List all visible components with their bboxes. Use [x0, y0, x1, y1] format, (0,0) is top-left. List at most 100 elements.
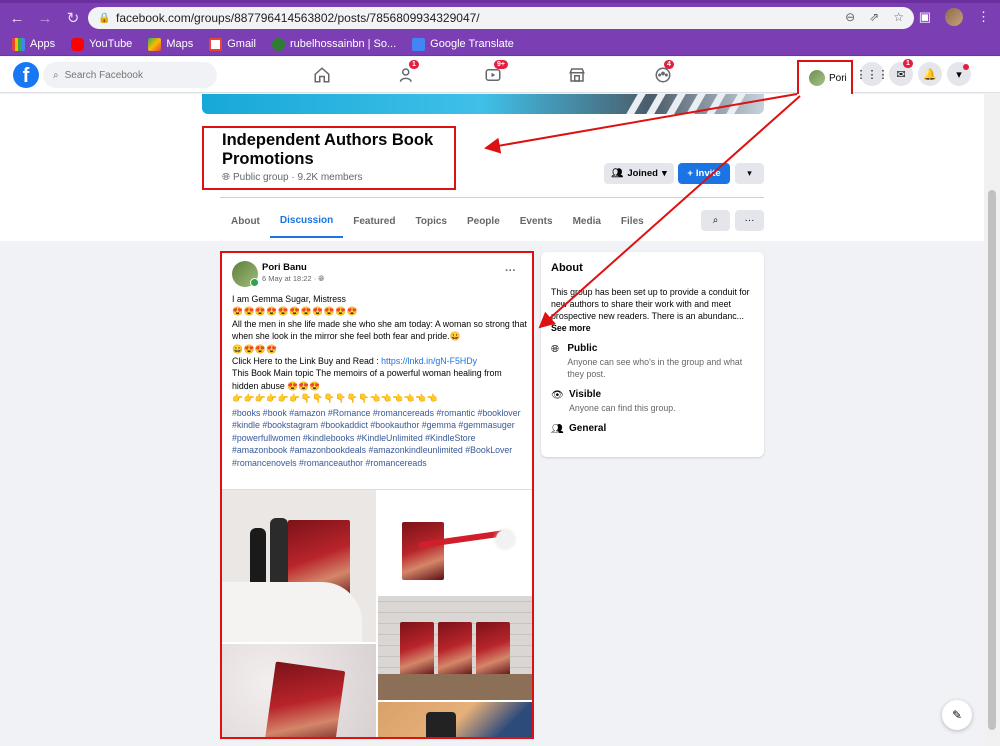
gmail-icon [209, 37, 223, 51]
post-text: I am Gemma Sugar, Mistress 😍😍😍😍😍😍😍😍😍😍😍 A… [232, 294, 527, 404]
account-dot [963, 64, 969, 70]
globe-icon: 🌐︎ [551, 344, 559, 355]
more-options-button[interactable]: ▾ [735, 163, 764, 184]
bookmark-gmail[interactable]: Gmail [209, 37, 256, 51]
bookmark-rubel[interactable]: rubelhossainbn | So... [271, 37, 396, 51]
joined-button[interactable]: 👥︎ Joined ▾ [604, 163, 674, 184]
watch-icon[interactable]: 9+ [480, 60, 508, 87]
post-link[interactable]: https://lnkd.in/gN-F5HDy [381, 356, 477, 366]
bookmarks-bar: Apps YouTube Maps Gmail rubelhossainbn |… [0, 33, 1000, 56]
translate-icon [412, 37, 426, 51]
tab-about[interactable]: About [220, 204, 270, 238]
messenger-badge: 1 [903, 59, 913, 68]
about-description: This group has been set up to provide a … [551, 287, 750, 333]
profile-chip[interactable]: Pori [797, 60, 853, 96]
group-tabs: About Discussion Featured Topics People … [220, 204, 654, 240]
tab-people[interactable]: People [457, 204, 510, 238]
share-icon[interactable]: ⇗ [869, 10, 879, 24]
search-icon: ⌕ [712, 215, 719, 226]
bookmark-youtube[interactable]: YouTube [71, 37, 132, 51]
post-image-4[interactable] [222, 644, 376, 737]
forward-icon[interactable]: → [34, 7, 56, 29]
menu-grid-icon[interactable]: ⋮⋮⋮ [856, 62, 889, 86]
about-visible: 👁︎ Visible Anyone can find this group. [551, 389, 676, 413]
friends-badge: 1 [409, 60, 419, 69]
post-image-2[interactable] [378, 490, 532, 594]
reload-icon[interactable]: ↻ [62, 7, 84, 29]
search-input[interactable] [64, 69, 195, 81]
group-people-icon: 👥︎ [611, 168, 624, 179]
browser-toolbar: ← → ↻ 🔒 facebook.com/groups/887796414563… [0, 3, 1000, 33]
groups-icon[interactable]: 4 [650, 60, 676, 87]
address-bar[interactable]: 🔒 facebook.com/groups/887796414563802/po… [88, 7, 914, 29]
eye-icon: 👁︎ [551, 390, 564, 401]
group-people-icon: 👥︎ [551, 424, 564, 435]
post-image-3[interactable] [378, 596, 532, 700]
watch-badge: 9+ [494, 60, 508, 69]
site-icon [271, 37, 285, 51]
zoom-icon[interactable]: ⊖ [845, 10, 855, 24]
star-icon[interactable]: ☆ [893, 10, 904, 24]
caret-down-icon: ▾ [661, 168, 667, 179]
friends-icon[interactable]: 1 [395, 60, 421, 87]
tab-discussion[interactable]: Discussion [269, 204, 344, 238]
sidebar-icon[interactable]: ▣ [919, 9, 931, 25]
post-card: Pori Banu 6 May at 18:22 · 🌐︎ ··· I am G… [220, 251, 534, 739]
menu-icon[interactable]: ⋮ [977, 9, 990, 25]
post-author[interactable]: Pori Banu [262, 262, 307, 273]
search-box[interactable]: ⌕ [43, 62, 217, 88]
globe-icon: 🌐︎ [222, 172, 230, 183]
group-title-block: Independent Authors Book Promotions 🌐︎ P… [202, 126, 456, 190]
tab-events[interactable]: Events [510, 204, 563, 238]
facebook-logo-icon[interactable]: f [13, 62, 39, 88]
profile-avatar[interactable] [945, 8, 963, 26]
bookmark-apps[interactable]: Apps [12, 37, 55, 51]
account-chevron-icon[interactable]: ▾ [947, 62, 971, 86]
cover-photo [202, 94, 764, 114]
author-avatar[interactable] [232, 261, 259, 287]
globe-icon: 🌐︎ [318, 274, 325, 283]
tab-files[interactable]: Files [611, 204, 654, 238]
messenger-icon[interactable]: ✉ 1 [889, 59, 913, 86]
tab-media[interactable]: Media [563, 204, 611, 238]
group-more-button[interactable]: ··· [735, 210, 764, 231]
post-images [222, 489, 532, 737]
see-more-link[interactable]: See more [551, 323, 591, 333]
page-scrollbar[interactable] [984, 94, 1000, 746]
about-public: 🌐︎ Public Anyone can see who's in the gro… [551, 343, 743, 379]
apps-grid-icon [12, 37, 25, 51]
invite-button[interactable]: + Invite [678, 163, 730, 184]
group-search-button[interactable]: ⌕ [701, 210, 730, 231]
bookmark-translate[interactable]: Google Translate [412, 37, 514, 51]
header-divider [220, 197, 764, 198]
youtube-icon [71, 37, 85, 51]
post-timestamp[interactable]: 6 May at 18:22 · 🌐︎ [262, 274, 324, 284]
groups-badge: 4 [664, 60, 674, 69]
tab-featured[interactable]: Featured [343, 204, 405, 238]
tab-topics[interactable]: Topics [405, 204, 456, 238]
maps-icon [148, 37, 162, 51]
search-icon: ⌕ [53, 69, 59, 81]
profile-avatar-small [809, 70, 825, 86]
post-image-1[interactable] [222, 490, 376, 642]
bookmark-maps[interactable]: Maps [148, 37, 193, 51]
url-text: facebook.com/groups/887796414563802/post… [116, 11, 480, 25]
post-hashtags[interactable]: #books #book #amazon #Romance #romancere… [232, 407, 528, 469]
scrollbar-thumb[interactable] [988, 190, 996, 730]
about-title: About [551, 262, 583, 274]
post-image-5[interactable] [378, 702, 532, 737]
group-meta: 🌐︎ Public group · 9.2K members [222, 172, 363, 183]
new-message-icon[interactable]: ✎ [942, 700, 972, 730]
notifications-icon[interactable]: 🔔 [918, 62, 942, 86]
plus-icon: + [687, 168, 693, 179]
about-general: 👥︎ General [551, 423, 607, 435]
home-icon[interactable] [309, 63, 335, 87]
about-card: About This group has been set up to prov… [541, 252, 764, 457]
back-icon[interactable]: ← [6, 7, 28, 29]
lock-icon: 🔒 [98, 12, 111, 24]
group-title[interactable]: Independent Authors Book Promotions [222, 131, 454, 169]
marketplace-icon[interactable] [564, 63, 590, 87]
more-dots-icon: ··· [744, 215, 755, 226]
profile-name: Pori [829, 72, 847, 84]
post-menu-icon[interactable]: ··· [505, 265, 516, 277]
